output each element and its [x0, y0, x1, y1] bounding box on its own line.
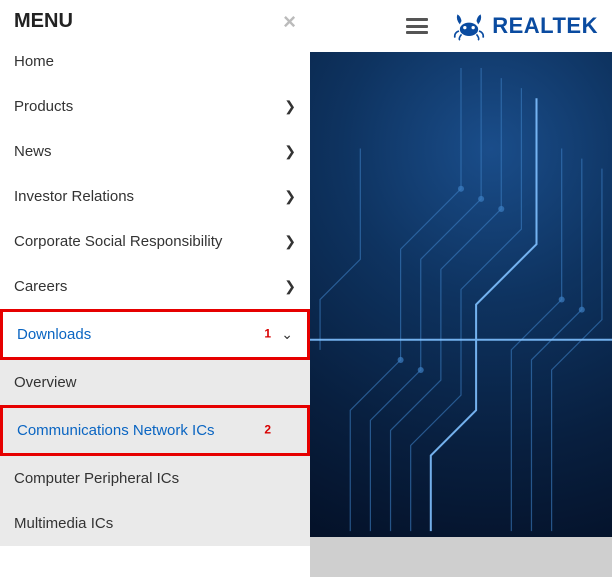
hamburger-menu-icon[interactable] — [406, 18, 428, 34]
close-icon[interactable]: × — [283, 11, 296, 33]
brand-name: REALTEK — [492, 13, 598, 39]
submenu-item-computer-peripheral-ics[interactable]: Computer Peripheral ICs — [0, 456, 310, 501]
menu-item-products[interactable]: Products ❯ — [0, 84, 310, 129]
submenu-item-overview[interactable]: Overview — [0, 360, 310, 405]
menu-item-label: Careers — [14, 278, 67, 295]
chevron-right-icon: ❯ — [284, 98, 296, 115]
chevron-down-icon: ⌄ — [281, 326, 293, 343]
annotation-badge: 2 — [264, 422, 271, 436]
brand-logo[interactable]: REALTEK — [452, 11, 598, 41]
menu-item-label: Investor Relations — [14, 188, 134, 205]
menu-item-csr[interactable]: Corporate Social Responsibility ❯ — [0, 219, 310, 264]
menu-list: Home Products ❯ News ❯ Investor Relation… — [0, 39, 310, 546]
submenu-item-label: Overview — [14, 374, 77, 391]
submenu-item-label: Multimedia ICs — [14, 515, 113, 532]
menu-item-news[interactable]: News ❯ — [0, 129, 310, 174]
menu-item-careers[interactable]: Careers ❯ — [0, 264, 310, 309]
submenu-item-label: Communications Network ICs — [17, 422, 215, 439]
submenu-item-comm-network-ics[interactable]: Communications Network ICs 2 — [0, 405, 310, 456]
menu-item-home[interactable]: Home — [0, 39, 310, 84]
chevron-right-icon: ❯ — [284, 278, 296, 295]
menu-item-label: Downloads — [17, 326, 91, 343]
menu-item-investor-relations[interactable]: Investor Relations ❯ — [0, 174, 310, 219]
site-header: REALTEK — [310, 0, 612, 52]
hero-background — [310, 52, 612, 537]
submenu-item-label: Computer Peripheral ICs — [14, 470, 179, 487]
submenu-downloads: Overview Communications Network ICs 2 Co… — [0, 360, 310, 546]
menu-item-label: News — [14, 143, 52, 160]
realtek-crab-icon — [452, 11, 486, 41]
submenu-item-multimedia-ics[interactable]: Multimedia ICs — [0, 501, 310, 546]
menu-item-label: Corporate Social Responsibility — [14, 233, 222, 250]
menu-panel: MENU × Home Products ❯ News ❯ Investor R… — [0, 0, 310, 577]
menu-header: MENU × — [0, 0, 310, 39]
menu-item-label: Home — [14, 53, 54, 70]
annotation-badge: 1 — [264, 326, 271, 340]
menu-item-downloads[interactable]: Downloads 1 ⌄ — [0, 309, 310, 360]
chevron-right-icon: ❯ — [284, 233, 296, 250]
chevron-right-icon: ❯ — [284, 143, 296, 160]
footer-bar — [310, 537, 612, 577]
menu-item-label: Products — [14, 98, 73, 115]
chevron-right-icon: ❯ — [284, 188, 296, 205]
menu-title: MENU — [14, 10, 73, 33]
